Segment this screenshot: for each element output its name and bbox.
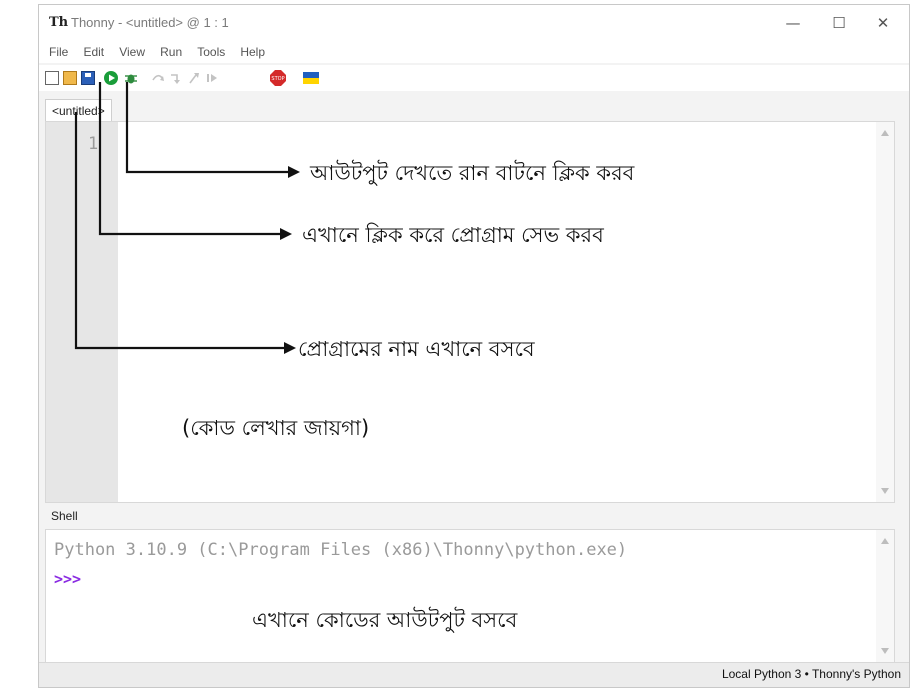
new-file-icon[interactable] bbox=[45, 71, 59, 85]
tab-shell[interactable]: Shell bbox=[45, 505, 84, 527]
step-into-icon[interactable] bbox=[169, 71, 183, 85]
save-annotation: এখানে ক্লিক করে প্রোগ্রাম সেভ করব bbox=[302, 223, 604, 247]
menu-tools[interactable]: Tools bbox=[197, 41, 225, 63]
menu-edit[interactable]: Edit bbox=[83, 41, 104, 63]
editor-tab-bar: <untitled> bbox=[39, 97, 909, 122]
menu-bar: File Edit View Run Tools Help bbox=[39, 41, 909, 63]
close-button[interactable]: ✕ bbox=[863, 11, 903, 35]
title-bar: Th Thonny - <untitled> @ 1 : 1 — ☐ ✕ bbox=[39, 5, 909, 41]
name-annotation: প্রোগ্রামের নাম এখানে বসবে bbox=[298, 337, 535, 361]
menu-help[interactable]: Help bbox=[240, 41, 265, 63]
toolbar: STOP bbox=[39, 65, 909, 91]
python-version-info: Python 3.10.9 (C:\Program Files (x86)\Th… bbox=[54, 540, 628, 560]
run-icon[interactable] bbox=[103, 70, 119, 86]
output-annotation: এখানে কোডের আউটপুট বসবে bbox=[252, 608, 518, 632]
maximize-button[interactable]: ☐ bbox=[819, 11, 859, 35]
debug-icon[interactable] bbox=[123, 70, 139, 86]
step-over-icon[interactable] bbox=[151, 71, 165, 85]
tab-untitled[interactable]: <untitled> bbox=[45, 99, 112, 122]
line-number-gutter: 1 bbox=[46, 122, 118, 502]
stop-icon[interactable]: STOP bbox=[269, 69, 287, 87]
thonny-logo-icon: Th bbox=[49, 15, 69, 30]
step-out-icon[interactable] bbox=[187, 71, 201, 85]
scroll-up-icon[interactable] bbox=[881, 538, 889, 544]
scroll-down-icon[interactable] bbox=[881, 488, 889, 494]
shell-scrollbar[interactable] bbox=[876, 530, 894, 662]
line-number: 1 bbox=[88, 134, 99, 154]
menu-view[interactable]: View bbox=[119, 41, 145, 63]
save-icon[interactable] bbox=[81, 71, 95, 85]
scroll-down-icon[interactable] bbox=[881, 648, 889, 654]
run-annotation: আউটপুট দেখতে রান বাটনে ক্লিক করব bbox=[310, 161, 635, 185]
shell-prompt: >>> bbox=[54, 570, 82, 588]
minimize-button[interactable]: — bbox=[773, 11, 813, 35]
window-title: Thonny - <untitled> @ 1 : 1 bbox=[71, 15, 229, 30]
open-folder-icon[interactable] bbox=[63, 71, 77, 85]
code-area-annotation: (কোড লেখার জায়গা) bbox=[182, 416, 370, 440]
flag-icon[interactable] bbox=[303, 72, 319, 84]
stop-label: STOP bbox=[271, 76, 284, 82]
resume-icon[interactable] bbox=[205, 71, 219, 85]
interpreter-status[interactable]: Local Python 3 • Thonny's Python bbox=[722, 667, 901, 681]
status-bar: Local Python 3 • Thonny's Python bbox=[39, 662, 909, 687]
editor-scrollbar[interactable] bbox=[876, 122, 894, 502]
shell-panel[interactable]: Python 3.10.9 (C:\Program Files (x86)\Th… bbox=[45, 529, 895, 663]
menu-run[interactable]: Run bbox=[160, 41, 182, 63]
menu-file[interactable]: File bbox=[49, 41, 68, 63]
scroll-up-icon[interactable] bbox=[881, 130, 889, 136]
